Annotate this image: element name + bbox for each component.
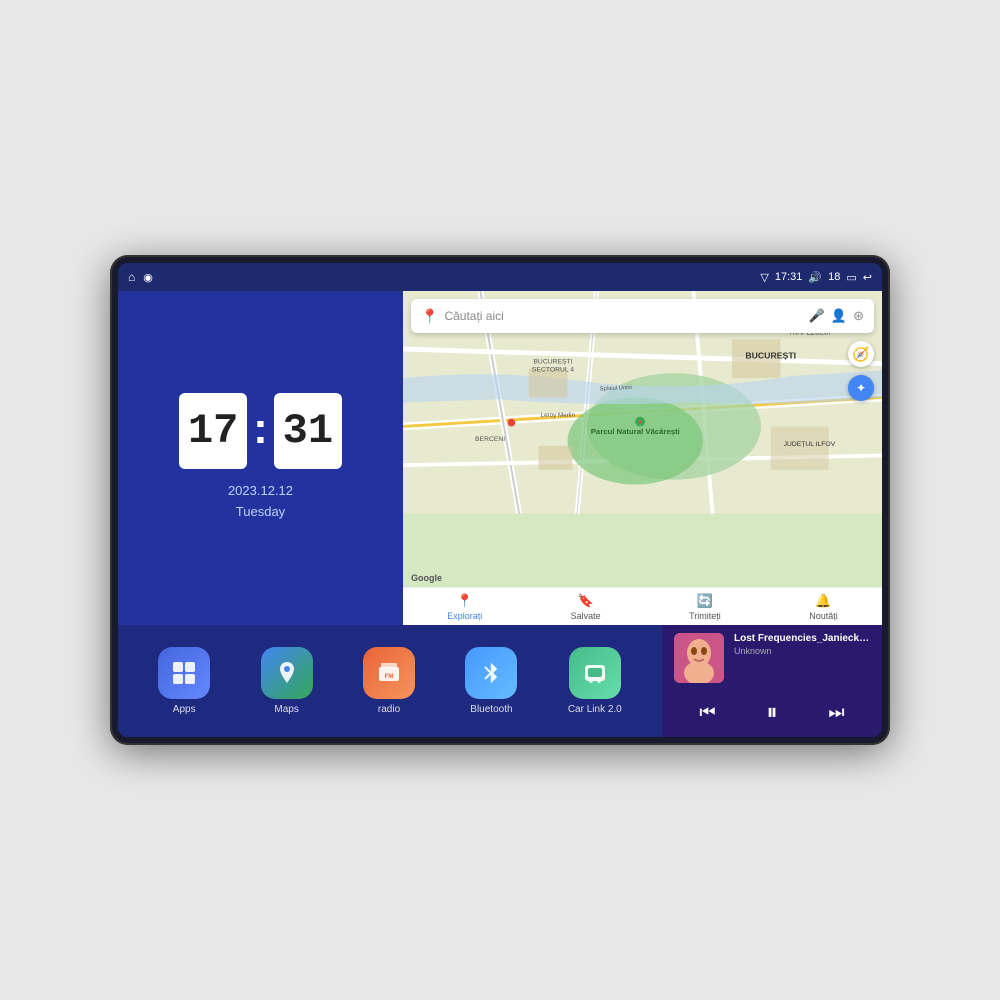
- send-icon: 🔄: [697, 593, 713, 609]
- music-player-panel: Lost Frequencies_Janieck Devy-... Unknow…: [662, 625, 882, 737]
- map-nav-saved[interactable]: 🔖 Salvate: [571, 593, 601, 621]
- clock-date: 2023.12.12 Tuesday: [228, 481, 293, 523]
- radio-icon-box: FM: [363, 647, 415, 699]
- bluetooth-label: Bluetooth: [470, 704, 512, 715]
- carlink-label: Car Link 2.0: [568, 704, 622, 715]
- apps-icon-box: [158, 647, 210, 699]
- radio-icon-svg: FM: [375, 659, 403, 687]
- music-play-pause-button[interactable]: ⏸: [758, 695, 785, 729]
- clock-minutes: 31: [274, 393, 342, 469]
- status-time: 17:31: [775, 271, 803, 283]
- map-search-pin-icon: 📍: [421, 308, 438, 325]
- status-bar: ⌂ ◉ ▽ 17:31 🔊 18 ▭ ↩: [118, 263, 882, 291]
- music-info: Lost Frequencies_Janieck Devy-... Unknow…: [734, 633, 870, 656]
- maps-icon-box: [261, 647, 313, 699]
- album-art-svg: [674, 633, 724, 683]
- top-section: 17 : 31 2023.12.12 Tuesday: [118, 291, 882, 625]
- map-search-bar[interactable]: 📍 Căutați aici 🎤 👤 ⊛: [411, 299, 874, 333]
- saved-label: Salvate: [571, 611, 601, 621]
- main-content: 17 : 31 2023.12.12 Tuesday: [118, 291, 882, 737]
- status-right-info: ▽ 17:31 🔊 18 ▭ ↩: [760, 271, 872, 284]
- clock-hours: 17: [179, 393, 247, 469]
- carlink-icon-box: [569, 647, 621, 699]
- news-label: Noutăți: [809, 611, 838, 621]
- music-album-art: [674, 633, 724, 683]
- app-icon-maps[interactable]: Maps: [261, 647, 313, 715]
- google-logo: Google: [411, 573, 442, 583]
- music-top: Lost Frequencies_Janieck Devy-... Unknow…: [674, 633, 870, 683]
- app-icon-radio[interactable]: FM radio: [363, 647, 415, 715]
- svg-text:SECTORUL 4: SECTORUL 4: [532, 366, 574, 373]
- svg-text:BERCENI: BERCENI: [475, 436, 505, 443]
- signal-icon: ▽: [760, 271, 768, 284]
- radio-label: radio: [378, 704, 400, 715]
- battery-level: 18: [828, 271, 840, 283]
- map-compass-button[interactable]: 🧭: [848, 341, 874, 367]
- maps-status-icon[interactable]: ◉: [143, 271, 153, 284]
- apps-label: Apps: [173, 704, 196, 715]
- explore-icon: 📍: [457, 593, 473, 609]
- svg-text:JUDEȚUL ILFOV: JUDEȚUL ILFOV: [784, 441, 836, 448]
- car-head-unit: ⌂ ◉ ▽ 17:31 🔊 18 ▭ ↩ 17 :: [110, 255, 890, 745]
- send-label: Trimiteți: [689, 611, 721, 621]
- carlink-icon-svg: [581, 659, 609, 687]
- volume-icon: 🔊: [808, 271, 822, 284]
- app-icon-bluetooth[interactable]: Bluetooth: [465, 647, 517, 715]
- svg-text:📍: 📍: [636, 420, 643, 428]
- bottom-section: Apps Maps: [118, 625, 882, 737]
- maps-icon-svg: [273, 659, 301, 687]
- map-location-button[interactable]: ✦: [848, 375, 874, 401]
- app-icon-carlink[interactable]: Car Link 2.0: [568, 647, 622, 715]
- map-bottom-nav: 📍 Explorați 🔖 Salvate 🔄 Trimiteți �: [403, 587, 882, 625]
- svg-text:Parcul Natural Văcărești: Parcul Natural Văcărești: [591, 427, 680, 436]
- map-panel[interactable]: Parcul Natural Văcărești BERCENI BUCUREȘ…: [403, 291, 882, 625]
- music-prev-button[interactable]: ⏮: [691, 698, 723, 727]
- music-next-button[interactable]: ⏭: [820, 698, 852, 727]
- news-icon: 🔔: [815, 593, 831, 609]
- svg-text:FM: FM: [385, 674, 394, 680]
- music-controls: ⏮ ⏸ ⏭: [674, 695, 870, 729]
- saved-icon: 🔖: [578, 593, 594, 609]
- app-icon-apps[interactable]: Apps: [158, 647, 210, 715]
- explore-label: Explorați: [447, 611, 482, 621]
- bluetooth-icon-svg: [477, 659, 505, 687]
- battery-icon: ▭: [846, 271, 856, 284]
- bluetooth-icon-box: [465, 647, 517, 699]
- music-title: Lost Frequencies_Janieck Devy-...: [734, 633, 870, 644]
- map-search-placeholder[interactable]: Căutați aici: [444, 309, 802, 323]
- apps-grid-icon: [170, 659, 198, 687]
- map-mic-icon[interactable]: 🎤: [809, 308, 825, 324]
- svg-text:BUCUREȘTI: BUCUREȘTI: [533, 359, 572, 366]
- clock-panel: 17 : 31 2023.12.12 Tuesday: [118, 291, 403, 625]
- clock-display: 17 : 31: [179, 393, 342, 469]
- back-icon[interactable]: ↩: [863, 271, 872, 284]
- music-artist: Unknown: [734, 646, 870, 656]
- map-account-icon[interactable]: 👤: [831, 308, 847, 324]
- map-layers-icon[interactable]: ⊛: [853, 308, 864, 324]
- map-nav-news[interactable]: 🔔 Noutăți: [809, 593, 838, 621]
- svg-text:Leroy Merlin: Leroy Merlin: [541, 412, 576, 419]
- svg-text:BUCUREȘTI: BUCUREȘTI: [745, 351, 796, 361]
- home-icon[interactable]: ⌂: [128, 270, 135, 284]
- maps-label: Maps: [274, 704, 298, 715]
- map-nav-explore[interactable]: 📍 Explorați: [447, 593, 482, 621]
- status-left-icons: ⌂ ◉: [128, 270, 153, 284]
- clock-colon: :: [253, 404, 268, 454]
- screen: ⌂ ◉ ▽ 17:31 🔊 18 ▭ ↩ 17 :: [118, 263, 882, 737]
- app-icons-area: Apps Maps: [118, 625, 662, 737]
- map-nav-send[interactable]: 🔄 Trimiteți: [689, 593, 721, 621]
